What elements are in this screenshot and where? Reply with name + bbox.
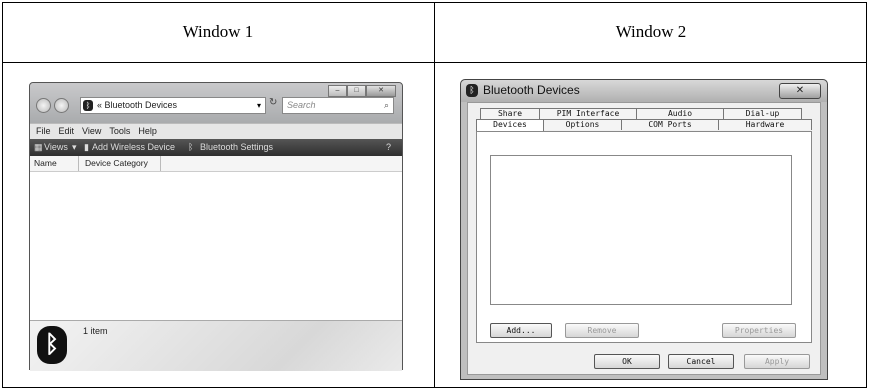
- tab-row-front: Devices Options COM Ports Hardware: [476, 119, 812, 131]
- explorer-window: – □ ✕ ᛒ « Bluetooth Devices ▾ ↻ Search ⌕…: [29, 82, 403, 371]
- tab-row-back: Share PIM Interface Audio Dial-up: [480, 108, 802, 119]
- chevron-down-icon[interactable]: ▾: [72, 139, 77, 156]
- bluetooth-settings-button[interactable]: Bluetooth Settings: [200, 139, 273, 156]
- add-wireless-device-button[interactable]: Add Wireless Device: [92, 139, 175, 156]
- table-column-divider: [434, 2, 435, 388]
- menu-tools[interactable]: Tools: [109, 124, 130, 139]
- dialog-title: Bluetooth Devices: [483, 83, 580, 97]
- column-divider[interactable]: [160, 156, 161, 171]
- dialog-body: Share PIM Interface Audio Dial-up Device…: [467, 102, 821, 375]
- close-button[interactable]: ✕: [366, 85, 396, 97]
- maximize-button[interactable]: □: [347, 85, 366, 97]
- menu-view[interactable]: View: [82, 124, 101, 139]
- bluetooth-icon: ᛒ: [83, 100, 93, 111]
- add-button[interactable]: Add...: [490, 323, 552, 338]
- menu-bar: File Edit View Tools Help: [30, 123, 402, 140]
- tab-com-ports[interactable]: COM Ports: [621, 119, 719, 130]
- cancel-button[interactable]: Cancel: [668, 354, 734, 369]
- tab-hardware[interactable]: Hardware: [718, 119, 812, 130]
- menu-help[interactable]: Help: [138, 124, 157, 139]
- search-placeholder: Search: [287, 100, 316, 110]
- refresh-icon[interactable]: ↻: [269, 97, 277, 108]
- tab-pim-interface[interactable]: PIM Interface: [539, 108, 637, 119]
- minimize-button[interactable]: –: [328, 85, 347, 97]
- table-header-divider: [2, 62, 867, 63]
- ok-button[interactable]: OK: [594, 354, 660, 369]
- tab-dial-up[interactable]: Dial-up: [723, 108, 802, 119]
- device-list[interactable]: [30, 172, 402, 320]
- command-bar: ▦ Views ▾ ▮ Add Wireless Device ᛒ Blueto…: [30, 139, 402, 156]
- column-divider[interactable]: [78, 156, 79, 171]
- tab-share[interactable]: Share: [480, 108, 540, 119]
- help-icon[interactable]: ?: [386, 139, 391, 156]
- add-device-icon: ▮: [84, 142, 89, 152]
- views-icon: ▦: [34, 142, 43, 152]
- dialog-titlebar: ᛒ Bluetooth Devices ✕: [461, 80, 827, 102]
- remove-button[interactable]: Remove: [565, 323, 639, 338]
- bluetooth-icon: ᛒ: [37, 326, 67, 364]
- tab-devices[interactable]: Devices: [476, 119, 544, 131]
- views-button[interactable]: Views: [44, 139, 68, 156]
- bluetooth-settings-icon: ᛒ: [188, 142, 194, 152]
- bluetooth-devices-dialog: ᛒ Bluetooth Devices ✕ Share PIM Interfac…: [460, 79, 828, 380]
- window-controls: – □ ✕: [328, 85, 396, 97]
- search-input[interactable]: Search ⌕: [282, 97, 394, 114]
- address-path: « Bluetooth Devices: [97, 100, 178, 110]
- menu-edit[interactable]: Edit: [59, 124, 75, 139]
- address-bar[interactable]: ᛒ « Bluetooth Devices ▾: [80, 97, 266, 114]
- window2-heading: Window 2: [615, 22, 687, 41]
- back-button[interactable]: [36, 98, 51, 113]
- close-button[interactable]: ✕: [779, 83, 821, 99]
- column-header: Name Device Category: [30, 156, 402, 172]
- window1-heading: Window 1: [182, 22, 254, 41]
- menu-file[interactable]: File: [36, 124, 51, 139]
- bluetooth-icon: ᛒ: [466, 84, 478, 97]
- details-pane: ᛒ 1 item: [30, 320, 402, 371]
- column-name[interactable]: Name: [34, 156, 57, 171]
- tab-audio[interactable]: Audio: [636, 108, 724, 119]
- forward-button[interactable]: [54, 98, 69, 113]
- chevron-down-icon[interactable]: ▾: [257, 98, 261, 113]
- devices-list[interactable]: [490, 155, 792, 305]
- item-count: 1 item: [83, 326, 108, 336]
- column-device-category[interactable]: Device Category: [85, 156, 148, 171]
- apply-button[interactable]: Apply: [744, 354, 810, 369]
- tab-options[interactable]: Options: [543, 119, 622, 130]
- properties-button[interactable]: Properties: [722, 323, 796, 338]
- search-icon[interactable]: ⌕: [384, 98, 389, 113]
- explorer-titlebar: – □ ✕ ᛒ « Bluetooth Devices ▾ ↻ Search ⌕: [30, 83, 402, 123]
